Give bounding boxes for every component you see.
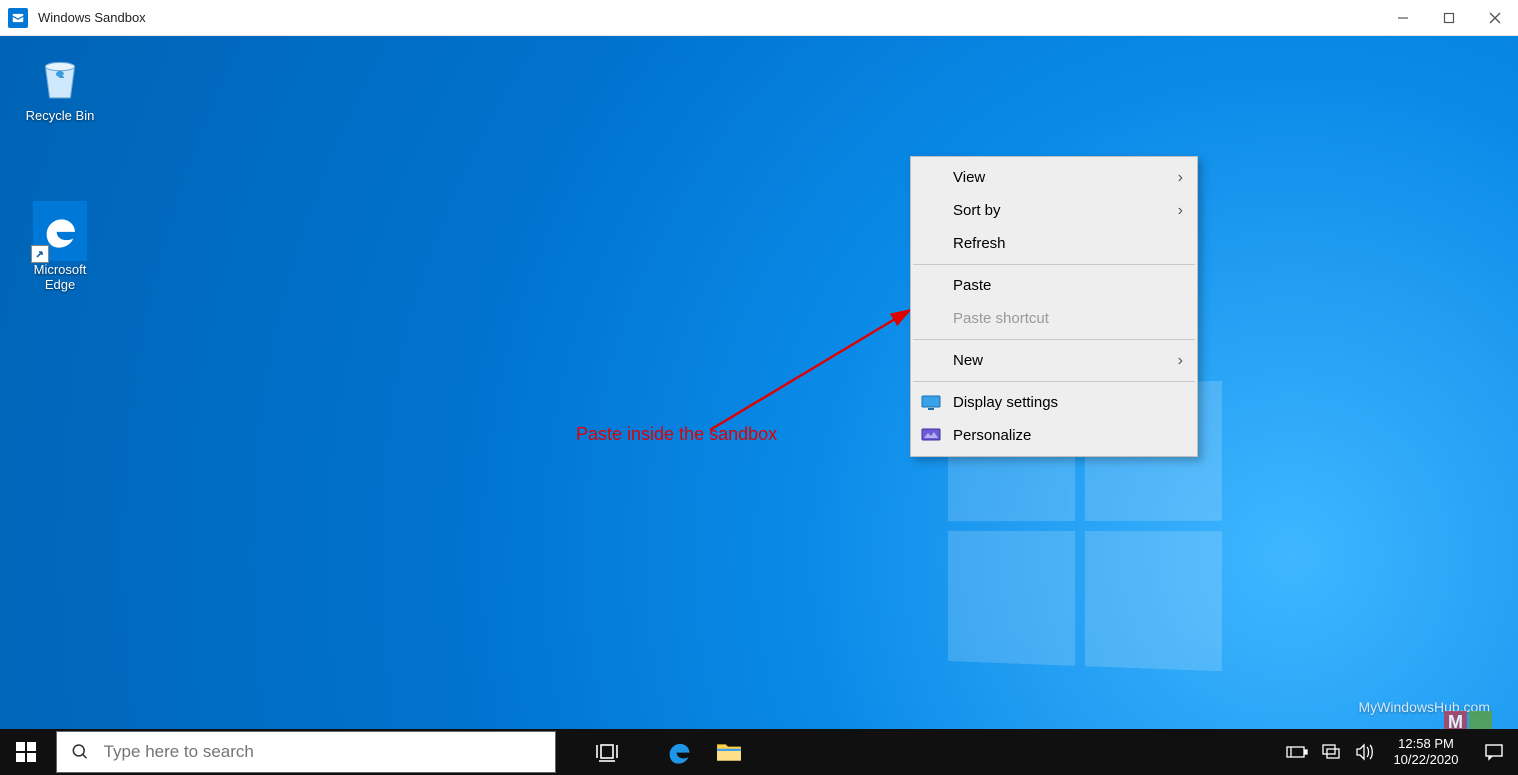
- volume-icon: [1355, 743, 1375, 761]
- desktop-context-menu: View › Sort by › Refresh Paste Paste sho…: [910, 156, 1198, 457]
- system-tray: 12:58 PM 10/22/2020: [1280, 729, 1518, 775]
- task-view-icon: [595, 742, 619, 762]
- context-item-label: Personalize: [953, 427, 1031, 444]
- chevron-right-icon: ›: [1178, 352, 1183, 370]
- action-center-button[interactable]: [1470, 729, 1518, 775]
- minimize-button[interactable]: [1380, 0, 1426, 36]
- search-icon: [71, 742, 90, 762]
- context-item-label: Sort by: [953, 202, 1001, 219]
- window-controls: [1380, 0, 1518, 36]
- context-item-new[interactable]: New ›: [911, 344, 1197, 377]
- maximize-button[interactable]: [1426, 0, 1472, 36]
- taskbar-app-explorer[interactable]: [704, 729, 754, 775]
- context-item-label: New: [953, 352, 983, 369]
- network-icon: [1321, 743, 1341, 761]
- context-item-label: Paste: [953, 277, 991, 294]
- close-button[interactable]: [1472, 0, 1518, 36]
- desktop-icon-recycle-bin[interactable]: Recycle Bin: [18, 50, 102, 123]
- action-center-icon: [1484, 743, 1504, 761]
- watermark-logo: M W: [1444, 711, 1492, 729]
- clock-date: 10/22/2020: [1392, 752, 1460, 768]
- tray-volume[interactable]: [1348, 729, 1382, 775]
- taskbar-search-input[interactable]: [104, 742, 541, 762]
- taskbar: 12:58 PM 10/22/2020: [0, 729, 1518, 775]
- battery-icon: [1286, 745, 1308, 759]
- context-item-display-settings[interactable]: Display settings: [911, 386, 1197, 419]
- context-item-label: Paste shortcut: [953, 310, 1049, 327]
- tray-network[interactable]: [1314, 729, 1348, 775]
- context-item-view[interactable]: View ›: [911, 161, 1197, 194]
- task-view-button[interactable]: [582, 729, 632, 775]
- chevron-right-icon: ›: [1178, 202, 1183, 220]
- menu-separator: [913, 339, 1195, 340]
- window-title: Windows Sandbox: [38, 10, 146, 25]
- clock-time: 12:58 PM: [1392, 736, 1460, 752]
- sandbox-app-icon: [8, 8, 28, 28]
- context-item-sort-by[interactable]: Sort by ›: [911, 194, 1197, 227]
- personalize-icon: [921, 428, 941, 444]
- taskbar-app-edge[interactable]: [654, 729, 704, 775]
- start-button[interactable]: [0, 729, 52, 775]
- context-item-paste-shortcut: Paste shortcut: [911, 302, 1197, 335]
- context-item-label: Display settings: [953, 394, 1058, 411]
- context-item-refresh[interactable]: Refresh: [911, 227, 1197, 260]
- context-item-label: View: [953, 169, 985, 186]
- taskbar-search[interactable]: [56, 731, 556, 773]
- display-settings-icon: [921, 395, 941, 411]
- desktop-icon-label: Recycle Bin: [18, 108, 102, 123]
- tray-battery[interactable]: [1280, 729, 1314, 775]
- file-explorer-icon: [716, 741, 742, 763]
- taskbar-clock[interactable]: 12:58 PM 10/22/2020: [1382, 736, 1470, 767]
- context-item-personalize[interactable]: Personalize: [911, 419, 1197, 452]
- menu-separator: [913, 381, 1195, 382]
- desktop[interactable]: Recycle Bin Microsoft Edge Paste inside …: [0, 36, 1518, 729]
- annotation-label: Paste inside the sandbox: [576, 424, 777, 445]
- edge-icon: [33, 204, 87, 258]
- recycle-bin-icon: [33, 50, 87, 104]
- context-item-paste[interactable]: Paste: [911, 269, 1197, 302]
- menu-separator: [913, 264, 1195, 265]
- desktop-icon-edge[interactable]: Microsoft Edge: [18, 204, 102, 292]
- chevron-right-icon: ›: [1178, 169, 1183, 187]
- context-item-label: Refresh: [953, 235, 1006, 252]
- window-titlebar: Windows Sandbox: [0, 0, 1518, 36]
- desktop-icon-label: Microsoft Edge: [18, 262, 102, 292]
- shortcut-overlay-icon: [31, 245, 49, 263]
- edge-icon: [665, 738, 693, 766]
- windows-start-icon: [16, 742, 36, 762]
